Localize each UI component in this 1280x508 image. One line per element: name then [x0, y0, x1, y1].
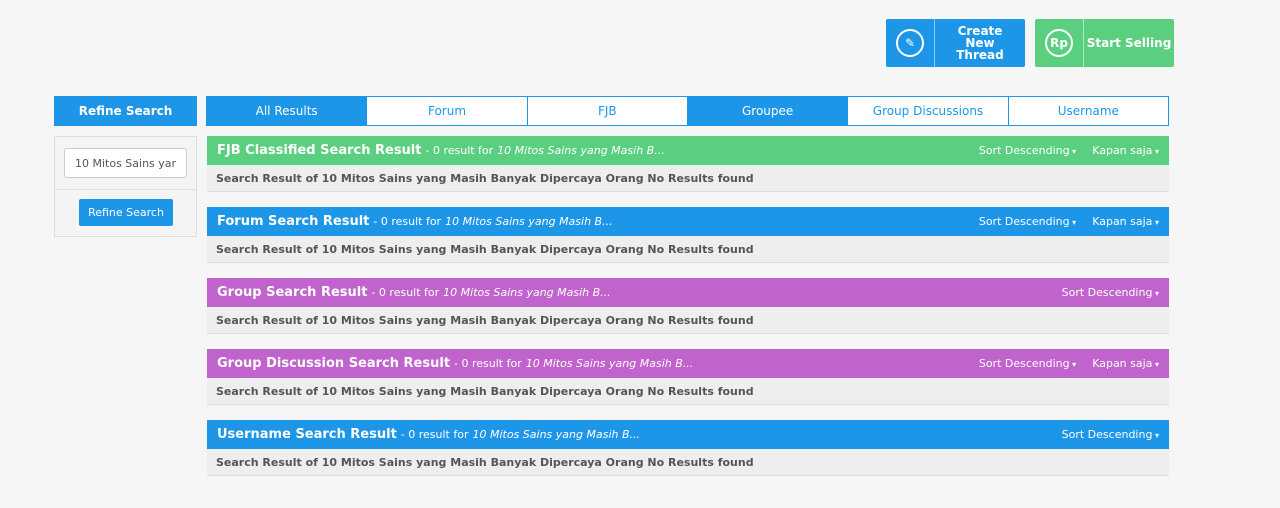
sort-dropdown[interactable]: Sort Descending — [979, 144, 1076, 157]
section-title: Group Discussion Search Result — [217, 356, 451, 371]
query-text: 10 Mitos Sains yang Masih B... — [497, 144, 665, 157]
tab-groupee[interactable]: Groupee — [686, 96, 849, 126]
section-title: Username Search Result — [217, 427, 397, 442]
refine-search-title: Refine Search — [54, 96, 197, 126]
section-header: Group Search Result - 0 result for 10 Mito… — [207, 278, 1169, 307]
time-filter-dropdown[interactable]: Kapan saja — [1092, 215, 1159, 228]
tab-group-discussions[interactable]: Group Discussions — [847, 96, 1009, 126]
sort-dropdown[interactable]: Sort Descending — [979, 357, 1076, 370]
query-text: 10 Mitos Sains yang Masih B... — [472, 428, 640, 441]
tab-username[interactable]: Username — [1007, 96, 1169, 126]
refine-search-button[interactable]: Refine Search — [79, 199, 173, 226]
search-result-section: Forum Search Result - 0 result for 10 Mito… — [207, 207, 1169, 263]
search-result-section: Username Search Result - 0 result for 10 M… — [207, 420, 1169, 476]
query-text: 10 Mitos Sains yang Masih B... — [443, 286, 611, 299]
query-text: 10 Mitos Sains yang Masih B... — [445, 215, 613, 228]
section-body: Search Result of 10 Mitos Sains yang Mas… — [207, 165, 1169, 192]
section-header: Group Discussion Search Result - 0 result… — [207, 349, 1169, 378]
result-tabs: All Results Forum FJB Groupee Group Discussi… — [206, 96, 1169, 126]
section-title: FJB Classified Search Result — [217, 143, 422, 158]
result-count: - 0 result for — [454, 357, 522, 370]
section-body: Search Result of 10 Mitos Sains yang Mas… — [207, 378, 1169, 405]
section-body: Search Result of 10 Mitos Sains yang Mas… — [207, 449, 1169, 476]
section-body: Search Result of 10 Mitos Sains yang Mas… — [207, 307, 1169, 334]
search-result-section: FJB Classified Search Result - 0 result f… — [207, 136, 1169, 192]
sort-dropdown[interactable]: Sort Descending — [1062, 428, 1159, 441]
sort-dropdown[interactable]: Sort Descending — [979, 215, 1076, 228]
result-count: - 0 result for — [373, 215, 442, 228]
result-count: - 0 result for — [425, 144, 494, 157]
result-count: - 0 result for — [400, 428, 469, 441]
start-selling-button[interactable]: Rp Start Selling — [1035, 19, 1174, 67]
section-title: Forum Search Result — [217, 214, 370, 229]
search-result-section: Group Search Result - 0 result for 10 Mito… — [207, 278, 1169, 334]
section-header: Forum Search Result - 0 result for 10 Mito… — [207, 207, 1169, 236]
time-filter-dropdown[interactable]: Kapan saja — [1092, 357, 1159, 370]
rupiah-icon: Rp — [1035, 19, 1084, 67]
refine-search-panel: Refine Search — [54, 136, 197, 237]
tab-forum[interactable]: Forum — [366, 96, 528, 126]
query-text: 10 Mitos Sains yang Masih B... — [525, 357, 694, 370]
tab-all-results[interactable]: All Results — [206, 96, 368, 126]
section-title: Group Search Result — [217, 285, 368, 300]
section-body: Search Result of 10 Mitos Sains yang Mas… — [207, 236, 1169, 263]
search-result-section: Group Discussion Search Result - 0 result… — [207, 349, 1169, 405]
tab-fjb[interactable]: FJB — [526, 96, 688, 126]
time-filter-dropdown[interactable]: Kapan saja — [1092, 144, 1159, 157]
create-new-thread-button[interactable]: ✎ Create New Thread — [886, 19, 1025, 67]
pencil-icon: ✎ — [886, 19, 935, 67]
result-count: - 0 result for — [371, 286, 440, 299]
search-input[interactable] — [64, 148, 187, 178]
section-header: Username Search Result - 0 result for 10 M… — [207, 420, 1169, 449]
divider — [55, 189, 196, 190]
section-header: FJB Classified Search Result - 0 result f… — [207, 136, 1169, 165]
sort-dropdown[interactable]: Sort Descending — [1062, 286, 1159, 299]
